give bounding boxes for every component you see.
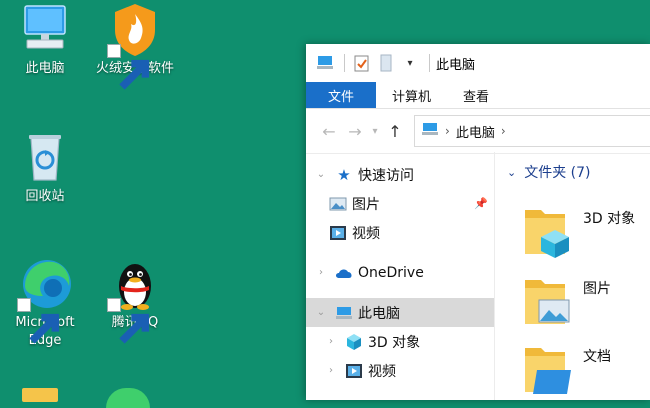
nav-videos-pc[interactable]: › 视频	[306, 356, 494, 385]
cloud-icon	[334, 263, 354, 283]
nav-quick-access[interactable]: ⌄ ★ 快速访问	[306, 160, 494, 189]
separator	[344, 54, 345, 72]
folder-documents-icon	[525, 348, 571, 394]
nav-label: 视频	[368, 363, 396, 380]
separator	[429, 54, 430, 72]
tab-view[interactable]: 查看	[447, 82, 505, 108]
forward-arrow-icon[interactable]: →	[342, 122, 368, 141]
tab-computer[interactable]: 计算机	[376, 82, 447, 108]
navigation-pane[interactable]: ⌄ ★ 快速访问 图片 📌 视频 › OneDrive ⌄ 此电脑 › 3D 对…	[306, 152, 495, 400]
shortcut-arrow-icon	[107, 44, 150, 90]
nav-videos[interactable]: 视频	[306, 218, 494, 247]
videos-icon	[328, 223, 348, 243]
breadcrumb-chevron-icon[interactable]: ›	[445, 124, 450, 138]
nav-onedrive[interactable]: › OneDrive	[306, 258, 494, 287]
file-explorer-window[interactable]: ▾ 此电脑 文件 计算机 查看 ← → ▾ ↑ › 此电脑 › ⌄ ★ 快速访问	[306, 44, 650, 400]
desktop-icon-partial-green[interactable]	[106, 388, 150, 408]
back-arrow-icon[interactable]: ←	[316, 122, 342, 141]
properties-check-icon[interactable]	[351, 52, 373, 74]
desktop-icon-this-pc[interactable]: 此电脑	[2, 2, 88, 78]
explorer-content: ⌄ ★ 快速访问 图片 📌 视频 › OneDrive ⌄ 此电脑 › 3D 对…	[306, 152, 650, 400]
folder-pictures[interactable]: 图片	[523, 274, 650, 338]
computer-icon	[17, 2, 73, 58]
chevron-right-icon[interactable]: ›	[314, 267, 328, 278]
desktop-icon-qq[interactable]: 腾讯QQ	[92, 256, 178, 344]
qq-penguin-icon	[107, 256, 163, 344]
folder-name: 文档	[583, 349, 611, 365]
folders-group-header[interactable]: ⌄ 文件夹 (7)	[495, 152, 650, 192]
nav-label: 快速访问	[358, 167, 414, 184]
computer-icon	[334, 303, 354, 323]
huorong-shield-icon	[107, 2, 163, 90]
chevron-down-icon[interactable]: ⌄	[507, 166, 516, 179]
desktop-icon-label: 此电脑	[25, 61, 65, 76]
shortcut-arrow-icon	[107, 298, 150, 344]
computer-icon	[421, 122, 439, 140]
desktop-icon-label: 回收站	[25, 189, 65, 204]
nav-label: OneDrive	[358, 264, 424, 281]
chevron-down-icon[interactable]: ▾	[399, 52, 421, 74]
file-pane[interactable]: ⌄ 文件夹 (7) 3D 对象 图片 文档	[495, 152, 650, 400]
new-folder-icon[interactable]	[375, 52, 397, 74]
nav-this-pc[interactable]: ⌄ 此电脑	[306, 298, 494, 327]
title-bar[interactable]: ▾ 此电脑	[306, 44, 650, 82]
window-title: 此电脑	[436, 57, 476, 73]
breadcrumb-this-pc[interactable]: 此电脑	[456, 122, 495, 141]
chevron-down-icon[interactable]: ⌄	[314, 307, 328, 318]
chevron-down-icon[interactable]: ⌄	[314, 169, 328, 180]
nav-3d-objects[interactable]: › 3D 对象	[306, 327, 494, 356]
edge-icon	[17, 256, 73, 344]
nav-label: 视频	[352, 225, 380, 242]
pin-icon[interactable]: 📌	[474, 197, 488, 210]
computer-icon	[314, 52, 336, 74]
recent-chevron-icon[interactable]: ▾	[368, 126, 382, 137]
desktop-icon-recycle-bin[interactable]: 回收站	[2, 130, 88, 206]
folder-name: 图片	[583, 281, 611, 297]
address-row: ← → ▾ ↑ › 此电脑 ›	[306, 109, 650, 154]
recycle-bin-icon	[17, 130, 73, 186]
desktop-icon-edge[interactable]: Microsoft Edge	[2, 256, 88, 350]
tab-file[interactable]: 文件	[306, 82, 377, 108]
nav-label: 此电脑	[358, 305, 400, 322]
folder-3d-objects[interactable]: 3D 对象	[523, 204, 650, 268]
folder-name: 3D 对象	[583, 211, 636, 227]
up-arrow-icon[interactable]: ↑	[382, 122, 408, 141]
nav-pictures[interactable]: 图片 📌	[306, 189, 494, 218]
group-title: 文件夹 (7)	[524, 165, 591, 181]
desktop-icon-huorong[interactable]: 火绒安全软件	[92, 2, 178, 90]
nav-label: 3D 对象	[368, 334, 421, 351]
nav-label: 图片	[352, 196, 380, 213]
shortcut-arrow-icon	[17, 298, 60, 344]
folder-3d-icon	[525, 210, 569, 258]
star-icon: ★	[337, 165, 351, 184]
address-bar[interactable]: › 此电脑 ›	[414, 115, 650, 147]
folder-pictures-icon	[525, 280, 570, 324]
videos-icon	[344, 361, 364, 381]
folder-documents[interactable]: 文档	[523, 342, 650, 400]
chevron-right-icon[interactable]: ›	[324, 365, 338, 376]
chevron-right-icon[interactable]: ›	[324, 336, 338, 347]
pictures-icon	[328, 194, 348, 214]
breadcrumb-chevron-icon[interactable]: ›	[501, 124, 506, 138]
cube-icon	[344, 332, 364, 352]
ribbon-tabs: 文件 计算机 查看	[306, 82, 650, 109]
